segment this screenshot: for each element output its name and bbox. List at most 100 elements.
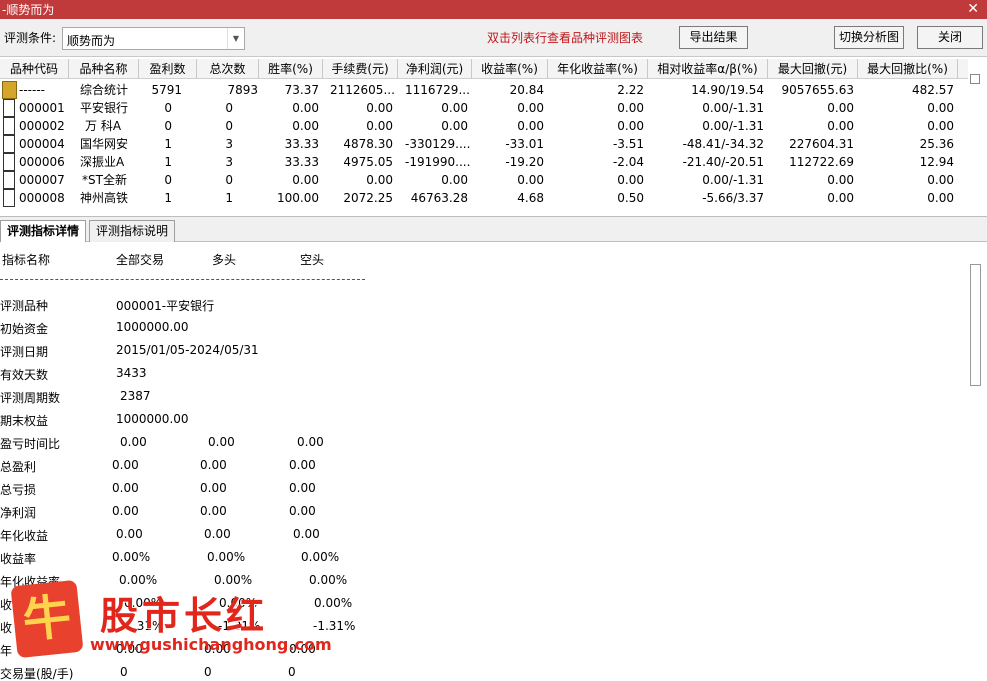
- metric-short: 0.00: [289, 642, 316, 656]
- detail-scrollbar[interactable]: [970, 264, 981, 386]
- cell-fee: 2072.25: [343, 191, 393, 205]
- close-button[interactable]: 关闭: [917, 26, 983, 49]
- metric-long: 0.00%: [207, 550, 246, 564]
- metric-label: 年: [0, 644, 13, 658]
- document-icon: [3, 117, 15, 135]
- cell-net: 0.00: [441, 101, 468, 115]
- metric-all: 0.00: [116, 527, 143, 541]
- cell-total: 0: [225, 119, 233, 133]
- cell-drawdown: 0.00: [827, 173, 854, 187]
- result-grid: 品种代码 品种名称 盈利数 总次数 胜率(%) 手续费(元) 净利润(元) 收益…: [0, 56, 987, 212]
- condition-select[interactable]: 顺势而为 ▼: [62, 27, 245, 50]
- metric-all: 0.00%: [124, 596, 163, 610]
- metric-short: 0.00: [297, 435, 324, 449]
- cell-rate: 0.00: [292, 173, 319, 187]
- metric-all: -1.31%: [121, 619, 164, 633]
- metric-long: 0.00%: [219, 596, 258, 610]
- cell-win: 0: [164, 119, 172, 133]
- cell-name: 神州高铁: [80, 191, 129, 205]
- tab-explain[interactable]: 评测指标说明: [89, 220, 176, 242]
- cell-rate: 0.00: [292, 119, 319, 133]
- cell-net: 46763.28: [410, 191, 468, 205]
- col-alpha[interactable]: 相对收益率α/β(%): [648, 59, 768, 79]
- cell-name: 综合统计: [80, 83, 129, 97]
- metric-label: 年化收益: [0, 529, 49, 543]
- header-long: 多头: [212, 253, 237, 267]
- window-close-icon[interactable]: ✕: [967, 0, 979, 18]
- metric-short: 0.00: [289, 504, 316, 518]
- metric-short: 0.00: [289, 481, 316, 495]
- metric-label: 收: [0, 598, 13, 612]
- cell-return: 0.00: [517, 101, 544, 115]
- cell-code: 000007: [19, 173, 65, 187]
- metric-short: 0.00%: [314, 596, 353, 610]
- cell-fee: 4975.05: [343, 155, 393, 169]
- col-net[interactable]: 净利润(元): [398, 59, 472, 79]
- col-return[interactable]: 收益率(%): [472, 59, 548, 79]
- switch-chart-button[interactable]: 切换分析图: [834, 26, 904, 49]
- metric-all: 0: [120, 665, 128, 679]
- col-annual[interactable]: 年化收益率(%): [548, 59, 648, 79]
- grid-scrollbar[interactable]: [970, 74, 980, 84]
- metric-all: 1000000.00: [116, 320, 189, 334]
- cell-total: 7893: [227, 83, 258, 97]
- table-row[interactable]: 000006 深振业A 1 3 33.33 4975.05 -191990...…: [0, 153, 968, 171]
- cell-rate: 33.33: [284, 137, 319, 151]
- chevron-down-icon[interactable]: ▼: [227, 28, 244, 49]
- col-win[interactable]: 盈利数: [139, 59, 197, 79]
- document-icon: [3, 99, 15, 117]
- metric-all: 1000000.00: [116, 412, 189, 426]
- col-total[interactable]: 总次数: [197, 59, 259, 79]
- metric-label: 收: [0, 621, 13, 635]
- document-icon: [3, 153, 15, 171]
- export-button[interactable]: 导出结果: [679, 26, 748, 49]
- table-row[interactable]: 000004 国华网安 1 3 33.33 4878.30 -330129...…: [0, 135, 968, 153]
- cell-annual: 0.00: [617, 173, 644, 187]
- cell-drawdown-ratio: 25.36: [919, 137, 954, 151]
- table-row[interactable]: 000002 万 科A 0 0 0.00 0.00 0.00 0.00 0.00…: [0, 117, 968, 135]
- table-row[interactable]: ------ 综合统计 5791 7893 73.37 2112605... 1…: [0, 81, 968, 99]
- col-drawdown-ratio[interactable]: 最大回撤比(%): [858, 59, 958, 79]
- metric-long: 0.00: [200, 481, 227, 495]
- cell-win: 1: [164, 191, 172, 205]
- hint-text: 双击列表行查看品种评测图表: [487, 31, 644, 45]
- cell-alpha: -48.41/-34.32: [682, 137, 764, 151]
- cell-annual: 0.50: [617, 191, 644, 205]
- col-name[interactable]: 品种名称: [69, 59, 139, 79]
- metric-short: 0.00: [293, 527, 320, 541]
- cell-total: 1: [225, 191, 233, 205]
- cell-total: 3: [225, 137, 233, 151]
- cell-net: 0.00: [441, 119, 468, 133]
- cell-fee: 2112605...: [330, 83, 395, 97]
- col-fee[interactable]: 手续费(元): [323, 59, 398, 79]
- cell-return: 0.00: [517, 119, 544, 133]
- cell-drawdown: 112722.69: [789, 155, 854, 169]
- cell-name: 深振业A: [80, 155, 125, 169]
- table-row[interactable]: 000007 *ST全新 0 0 0.00 0.00 0.00 0.00 0.0…: [0, 171, 968, 189]
- metric-all: 000001-平安银行: [116, 299, 215, 313]
- metric-label: 初始资金: [0, 322, 49, 336]
- cell-drawdown-ratio: 0.00: [927, 119, 954, 133]
- metric-all: 0.00: [120, 435, 147, 449]
- cell-win: 1: [164, 137, 172, 151]
- header-all: 全部交易: [116, 253, 165, 267]
- condition-label: 评测条件:: [4, 31, 57, 45]
- metric-short: -1.31%: [313, 619, 356, 633]
- cell-annual: -3.51: [612, 137, 644, 151]
- cell-annual: 0.00: [617, 101, 644, 115]
- cell-drawdown: 0.00: [827, 191, 854, 205]
- cell-name: *ST全新: [82, 173, 127, 187]
- cell-drawdown-ratio: 0.00: [927, 173, 954, 187]
- col-rate[interactable]: 胜率(%): [259, 59, 323, 79]
- cell-fee: 4878.30: [343, 137, 393, 151]
- cell-fee: 0.00: [366, 119, 393, 133]
- table-row[interactable]: 000001 平安银行 0 0 0.00 0.00 0.00 0.00 0.00…: [0, 99, 968, 117]
- col-code[interactable]: 品种代码: [0, 59, 69, 79]
- cell-name: 国华网安: [80, 137, 129, 151]
- col-drawdown[interactable]: 最大回撤(元): [768, 59, 858, 79]
- table-row[interactable]: 000008 神州高铁 1 1 100.00 2072.25 46763.28 …: [0, 189, 968, 207]
- cell-rate: 100.00: [277, 191, 319, 205]
- cell-name: 平安银行: [80, 101, 129, 115]
- cell-fee: 0.00: [366, 101, 393, 115]
- tab-detail[interactable]: 评测指标详情: [0, 220, 87, 242]
